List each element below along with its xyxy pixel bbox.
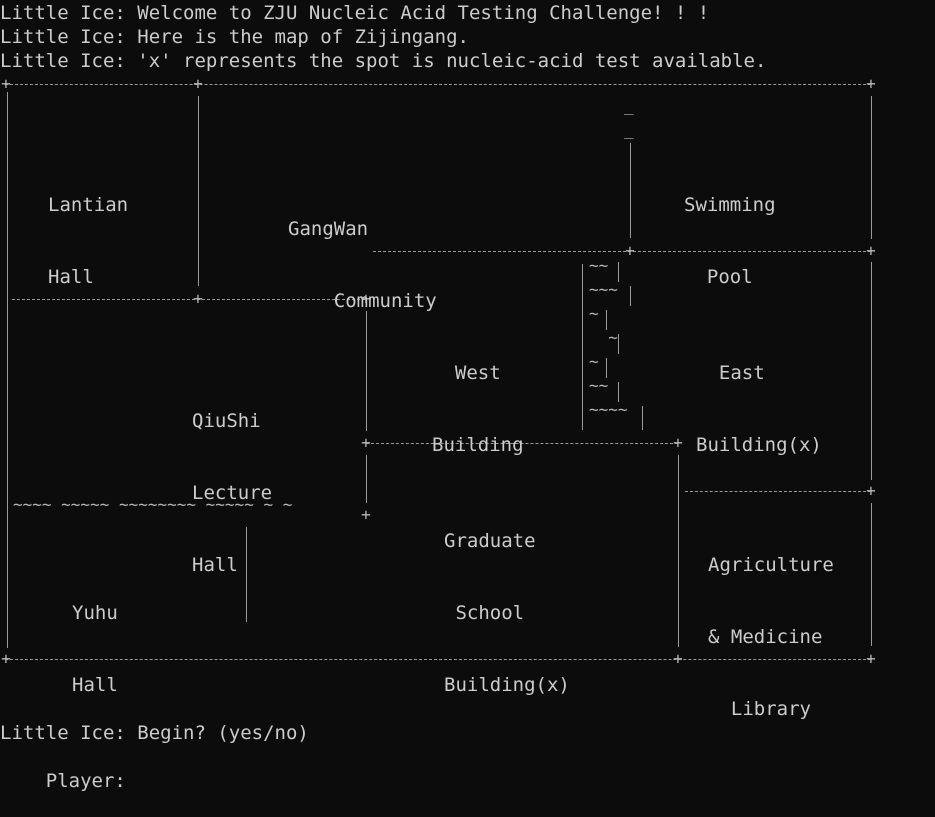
stream-wave: ~: [589, 304, 599, 323]
corner-plus: +: [673, 649, 683, 668]
corner-plus: +: [193, 74, 203, 93]
corner-plus: +: [866, 649, 876, 668]
stream-wave: ~~: [589, 256, 609, 275]
corner-plus: +: [361, 433, 371, 452]
stream-bank-right: [618, 382, 619, 402]
map-border-right-middle: [871, 262, 872, 480]
stream-bank-right: [618, 262, 619, 282]
stream-bank-left: [582, 264, 583, 430]
player-input-line[interactable]: Player:: [0, 745, 126, 817]
divider-gangwan-bottom: [373, 251, 871, 252]
map-border-right-lower: [871, 503, 872, 646]
corner-plus: +: [866, 74, 876, 93]
map-border-left: [7, 92, 8, 648]
stream-bank-right: [606, 310, 607, 330]
place-swimming-pool: Swimming Pool: [684, 194, 776, 288]
divider-lantian-gangwan: [198, 96, 199, 286]
stream-wave: ~: [589, 328, 618, 347]
place-gangwan-community: GangWan Community: [288, 218, 437, 312]
stream-wave: ~: [589, 352, 599, 371]
stream-wave: ~~: [589, 376, 609, 395]
intro-line-welcome: Little Ice: Welcome to ZJU Nucleic Acid …: [0, 2, 710, 24]
stream-bank-right: [606, 358, 607, 378]
stream-bank-right: [642, 406, 643, 430]
place-east-building: East Building(x): [696, 362, 822, 456]
corner-plus: +: [193, 289, 203, 308]
place-west-building: West Building: [432, 362, 524, 456]
terminal-window: Little Ice: Welcome to ZJU Nucleic Acid …: [0, 0, 935, 817]
player-prompt-label: Player:: [45, 770, 126, 792]
place-qiushi-lecture-hall: QiuShi Lecture Hall: [192, 410, 273, 576]
intro-line-legend: Little Ice: 'x' represents the spot is n…: [0, 50, 767, 72]
gangwan-dash: _: [624, 120, 634, 139]
place-yuhu-hall: Yuhu Hall: [72, 602, 118, 696]
stream-bank-right: [618, 334, 619, 354]
gangwan-dash: _: [624, 96, 634, 115]
divider-qiushi-graduate: [366, 455, 367, 503]
place-lantian-hall: Lantian Hall: [48, 194, 129, 288]
begin-prompt: Little Ice: Begin? (yes/no): [0, 722, 309, 744]
intro-line-map: Little Ice: Here is the map of Zijingang…: [0, 26, 469, 48]
divider-gangwan-pool: [630, 143, 631, 238]
divider-graduate-library: [678, 455, 679, 647]
place-agriculture-medicine-library: Agriculture & Medicine Library: [708, 554, 834, 720]
map-border-top: [5, 84, 871, 85]
corner-plus: +: [1, 74, 11, 93]
place-graduate-school-building: Graduate School Building(x): [444, 530, 570, 696]
stream-wave: ~~~: [589, 280, 618, 299]
corner-plus: +: [866, 241, 876, 260]
map-border-right-upper: [871, 96, 872, 239]
stream-wave: ~~~~: [589, 400, 628, 419]
corner-plus: +: [866, 481, 876, 500]
corner-plus: +: [1, 649, 11, 668]
corner-plus: +: [361, 505, 371, 524]
corner-plus: +: [673, 433, 683, 452]
corner-plus: +: [625, 241, 635, 260]
stream-bank-right: [630, 286, 631, 306]
